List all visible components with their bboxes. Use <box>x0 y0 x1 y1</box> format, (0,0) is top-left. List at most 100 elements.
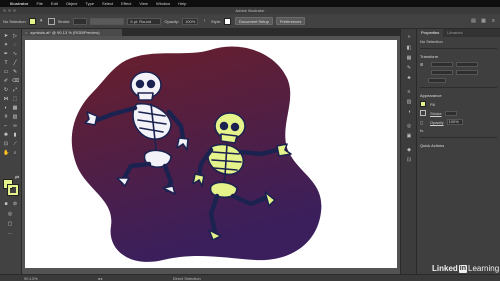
menu-icon[interactable]: ≡ <box>490 18 497 25</box>
width-tool-icon[interactable]: ⋈ <box>3 96 9 102</box>
transform-h-field[interactable] <box>456 70 478 75</box>
artboards-panel-icon[interactable]: ⊡ <box>406 157 412 163</box>
appearance-stroke-swatch[interactable] <box>420 110 426 116</box>
graph-tool-icon[interactable]: ▮ <box>12 132 18 138</box>
line-tool-icon[interactable]: ╱ <box>12 60 18 66</box>
symbol-sprayer-icon[interactable]: ✺ <box>3 132 9 138</box>
zoom-window-button[interactable] <box>13 9 16 12</box>
transform-icon[interactable]: ▦ <box>480 18 487 25</box>
menu-select[interactable]: Select <box>102 1 113 6</box>
transform-x-field[interactable] <box>431 62 453 67</box>
zoom-level[interactable]: 90.13% <box>24 276 38 281</box>
document-tab[interactable]: × symbols.ai* @ 90.13 % (RGB/Preview) <box>22 29 122 36</box>
transparency-panel-icon[interactable]: ◑ <box>406 109 412 115</box>
fill-swatch[interactable] <box>28 17 36 25</box>
menu-effect[interactable]: Effect <box>121 1 131 6</box>
fx-button[interactable]: fx. <box>420 128 424 133</box>
shaper-tool-icon[interactable]: ✐ <box>3 78 9 84</box>
appearance-opacity-label[interactable]: Opacity <box>430 120 444 125</box>
lasso-icon[interactable]: ◌ <box>12 42 18 48</box>
direct-selection-icon[interactable]: ▷ <box>12 33 18 39</box>
transform-y-field[interactable] <box>431 70 453 75</box>
free-transform-icon[interactable]: ⬚ <box>12 96 18 102</box>
slice-tool-icon[interactable]: ⟋ <box>12 141 18 147</box>
color-panel-icon[interactable]: ◧ <box>406 45 412 51</box>
curvature-tool-icon[interactable]: ∿ <box>12 51 18 57</box>
type-tool-icon[interactable]: T <box>3 60 9 66</box>
document-setup-button[interactable]: Document Setup <box>235 17 273 25</box>
mesh-tool-icon[interactable]: # <box>3 114 9 120</box>
menu-help[interactable]: Help <box>178 1 186 6</box>
pen-tool-icon[interactable]: ✒ <box>3 51 9 57</box>
menu-object[interactable]: Object <box>66 1 78 6</box>
hand-tool-icon[interactable]: ✋ <box>3 150 9 156</box>
menu-window[interactable]: Window <box>156 1 170 6</box>
perspective-grid-icon[interactable]: ▦ <box>12 105 18 111</box>
canvas-workspace[interactable] <box>22 36 400 274</box>
selection-tool-icon[interactable]: ➤ <box>3 33 9 39</box>
swap-icon[interactable]: ⇄ <box>14 175 20 181</box>
opacity-field[interactable]: 100% <box>182 17 199 25</box>
symbols-panel-icon[interactable]: ♣ <box>406 75 412 81</box>
gradient-tool-icon[interactable]: ▥ <box>12 114 18 120</box>
more-tools-icon[interactable]: ⋯ <box>7 231 13 237</box>
eyedropper-icon[interactable]: ⌐ <box>3 123 9 129</box>
close-tab-icon[interactable]: × <box>25 30 27 35</box>
artboard-tool-icon[interactable]: ⊡ <box>3 141 9 147</box>
status-bar: 90.13% ◂ ▸ Direct Selection <box>0 274 500 281</box>
menu-app[interactable]: Illustrator <box>10 1 28 6</box>
magic-wand-icon[interactable]: ✶ <box>3 42 9 48</box>
appearance-panel-icon[interactable]: ◎ <box>406 123 412 129</box>
graphic-styles-panel-icon[interactable]: ▣ <box>406 133 412 139</box>
reference-point-icon[interactable]: ⊞ <box>420 62 428 67</box>
tab-libraries[interactable]: Libraries <box>443 29 466 37</box>
zoom-tool-icon[interactable]: ⌕ <box>12 150 18 156</box>
linkedin-learning-watermark: Linked in Learning <box>432 264 499 273</box>
swatches-panel-icon[interactable]: ▦ <box>406 55 412 61</box>
divider <box>420 87 497 88</box>
preferences-button[interactable]: Preferences <box>275 17 306 25</box>
shape-builder-icon[interactable]: ◐ <box>3 105 9 111</box>
appearance-fill-swatch[interactable] <box>420 101 426 107</box>
menu-type[interactable]: Type <box>85 1 94 6</box>
stroke-swatch[interactable] <box>47 17 55 25</box>
scale-tool-icon[interactable]: ⤢ <box>12 87 18 93</box>
appearance-stroke-label[interactable]: Stroke <box>430 111 442 116</box>
rotate-tool-icon[interactable]: ↻ <box>3 87 9 93</box>
gradient-panel-icon[interactable]: ▥ <box>406 99 412 105</box>
layers-panel-icon[interactable]: ◆ <box>406 147 412 153</box>
artboard-navigation-icon[interactable]: ◂ ▸ <box>98 276 103 281</box>
menu-view[interactable]: View <box>139 1 148 6</box>
eraser-tool-icon[interactable]: ⌫ <box>12 78 19 84</box>
dock-collapse-icon[interactable]: « <box>406 34 412 40</box>
appearance-stroke-weight[interactable] <box>444 110 457 116</box>
transform-w-field[interactable] <box>456 62 478 67</box>
transform-rotate-field[interactable] <box>428 78 446 83</box>
tools-panel: ➤ ▷ ✶ ◌ ✒ ∿ T ╱ ▭ ✎ ✐ ⌫ ↻ ⤢ ⋈ ⬚ ◐ ▦ # ▥ … <box>0 29 22 274</box>
align-icon[interactable]: ▤ <box>470 18 477 25</box>
menu-edit[interactable]: Edit <box>51 1 58 6</box>
brush-tool-icon[interactable]: ✎ <box>12 69 18 75</box>
minimize-window-button[interactable] <box>8 9 11 12</box>
stroke-weight-field[interactable] <box>73 17 88 25</box>
screen-mode-icon[interactable]: ▢ <box>7 221 13 227</box>
blend-tool-icon[interactable]: ∞ <box>12 123 18 129</box>
appearance-opacity-field[interactable]: 100% <box>446 119 463 125</box>
graphic-style-swatch[interactable] <box>224 17 232 25</box>
draw-mode-icon[interactable]: ◎ <box>7 211 13 217</box>
fill-dropdown-icon[interactable]: ▾ <box>38 18 45 25</box>
artboard[interactable] <box>25 40 397 268</box>
rectangle-tool-icon[interactable]: ▭ <box>3 69 9 75</box>
variable-width-profile[interactable] <box>90 17 125 25</box>
none-color-icon[interactable]: ⊘ <box>12 201 18 207</box>
menu-file[interactable]: File <box>36 1 42 6</box>
stroke-color-box[interactable] <box>7 184 19 196</box>
close-window-button[interactable] <box>3 9 6 12</box>
tab-properties[interactable]: Properties <box>417 29 444 37</box>
brushes-panel-icon[interactable]: ✎ <box>406 65 412 71</box>
color-mode-icon[interactable]: ■ <box>3 201 9 207</box>
stroke-panel-icon[interactable]: ≡ <box>406 89 412 95</box>
style-label: Style: <box>211 18 222 24</box>
opacity-arrow-icon[interactable]: › <box>201 18 208 25</box>
brush-definition-field[interactable]: 5 pt. Round <box>127 17 162 25</box>
